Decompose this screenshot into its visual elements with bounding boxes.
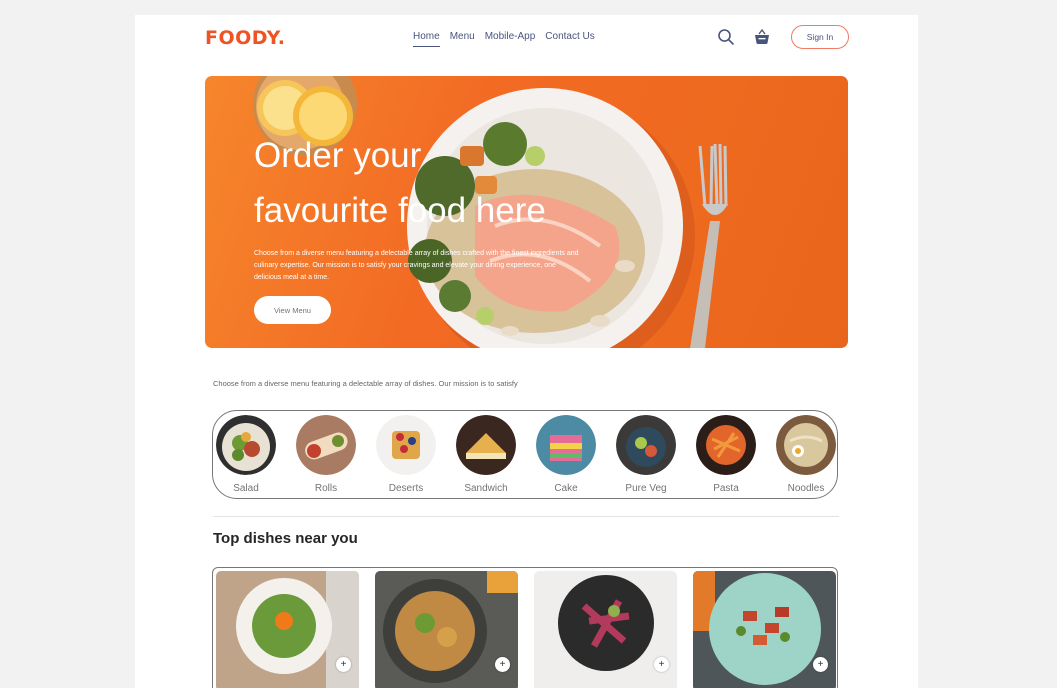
salad-image [216,415,276,475]
category-label: Cake [554,483,578,494]
sign-in-button[interactable]: Sign In [791,25,849,49]
hero-title-line-2: favourite food here [254,191,546,230]
category-noodles[interactable]: Noodles [776,415,836,494]
category-salad[interactable]: Salad [216,415,276,494]
hero-banner: Order your favourite food here Choose fr… [205,76,848,348]
category-list: Salad Rolls Deserts Sandwich Cake Pure V… [212,410,838,499]
category-label: Rolls [314,483,338,494]
dish-image [693,571,836,688]
top-dishes-title: Top dishes near you [213,530,358,547]
dish-image [534,571,677,688]
noodles-image [776,415,836,475]
basket-icon[interactable] [753,28,771,46]
dish-card[interactable]: + [216,571,359,688]
nav-home[interactable]: Home [413,31,440,47]
add-to-cart-button[interactable]: + [495,657,510,672]
category-sandwich[interactable]: Sandwich [456,415,516,494]
top-dishes-list: + + + + [212,567,838,688]
hero-title: Order your favourite food here [254,128,634,238]
rolls-image [296,415,356,475]
pasta-image [696,415,756,475]
category-label: Salad [233,483,259,494]
section-divider [213,516,839,517]
category-label: Deserts [388,483,424,494]
nav-menu[interactable]: Menu [450,31,475,47]
category-label: Pasta [713,483,739,494]
dish-card[interactable]: + [375,571,518,688]
search-icon[interactable] [717,28,735,46]
add-to-cart-button[interactable]: + [654,657,669,672]
dish-card[interactable]: + [693,571,836,688]
category-deserts[interactable]: Deserts [376,415,436,494]
sandwich-image [456,415,516,475]
category-pure-veg[interactable]: Pure Veg [616,415,676,494]
hero-title-line-1: Order your [254,136,422,175]
add-to-cart-button[interactable]: + [336,657,351,672]
category-label: Pure Veg [625,483,667,494]
explore-menu-text: Choose from a diverse menu featuring a d… [213,379,518,388]
dish-card[interactable]: + [534,571,677,688]
category-cake[interactable]: Cake [536,415,596,494]
page: FOODY. Home Menu Mobile-App Contact Us S… [135,15,918,688]
dish-image [216,571,359,688]
category-label: Noodles [787,483,825,494]
add-to-cart-button[interactable]: + [813,657,828,672]
nav-mobile-app[interactable]: Mobile-App [485,31,536,47]
category-label: Sandwich [464,483,508,494]
hero-description: Choose from a diverse menu featuring a d… [254,250,579,281]
cake-image [536,415,596,475]
dish-image [375,571,518,688]
category-rolls[interactable]: Rolls [296,415,356,494]
logo[interactable]: FOODY. [205,27,286,49]
nav-contact-us[interactable]: Contact Us [545,31,594,47]
nav-bar: Home Menu Mobile-App Contact Us [413,31,595,47]
pure-veg-image [616,415,676,475]
view-menu-button[interactable]: View Menu [254,296,331,324]
deserts-image [376,415,436,475]
category-pasta[interactable]: Pasta [696,415,756,494]
